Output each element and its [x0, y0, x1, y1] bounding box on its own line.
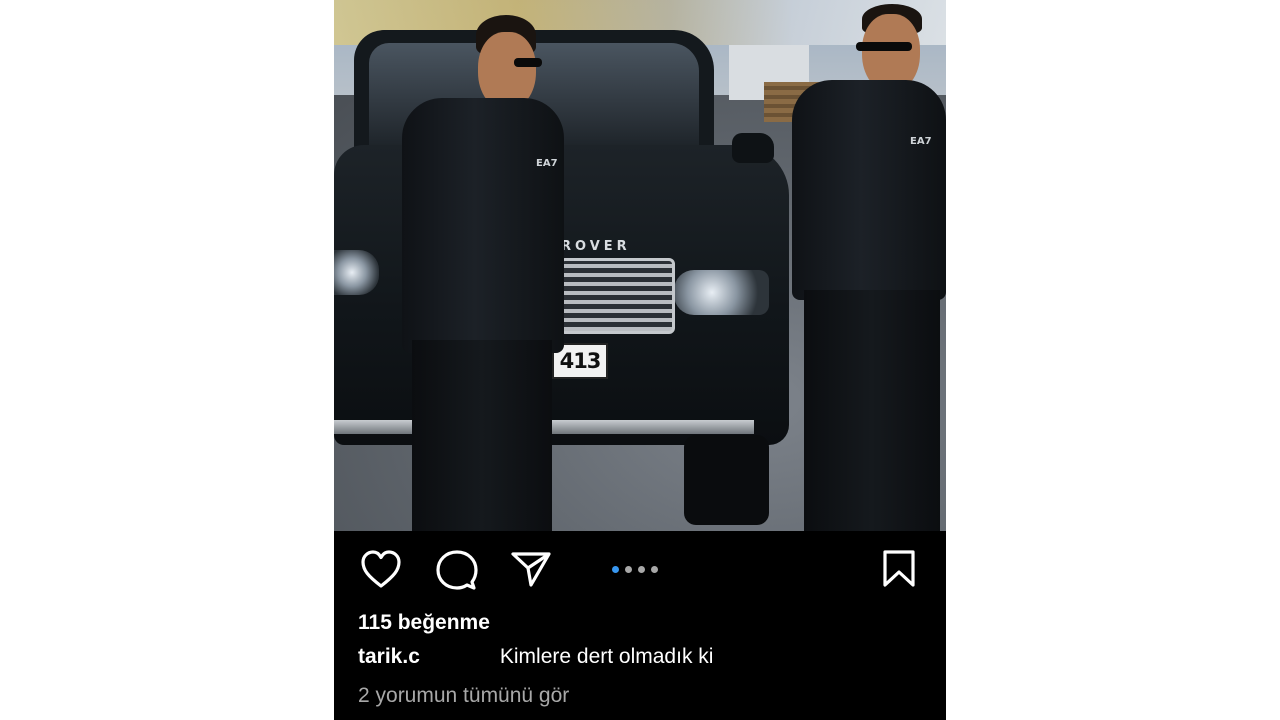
carousel-indicator — [612, 564, 658, 574]
person-left-logo: EA7 — [536, 158, 558, 169]
person-left-jacket — [402, 98, 564, 353]
view-comments-link[interactable]: 2 yorumun tümünü gör — [358, 684, 569, 708]
person-right-logo: EA7 — [910, 136, 932, 147]
caption-text: Kimlere dert olmadık ki — [499, 645, 714, 668]
carousel-dot-1 — [612, 565, 619, 573]
bookmark-icon — [883, 550, 915, 587]
person-left-sunglasses — [514, 58, 542, 67]
carousel-dot-2 — [625, 565, 632, 573]
heart-icon — [361, 550, 401, 588]
car-grille — [559, 258, 675, 334]
like-count[interactable]: 115 beğenme — [358, 611, 490, 635]
share-button[interactable] — [511, 551, 551, 587]
car-headlight-left — [334, 250, 379, 295]
like-button[interactable] — [360, 550, 402, 590]
person-right-jacket — [792, 80, 946, 300]
person-left: EA7 — [396, 10, 576, 531]
car-headlight-right — [674, 270, 769, 315]
person-left-pants — [412, 340, 552, 531]
person-right-sunglasses — [856, 42, 912, 51]
send-icon — [511, 552, 551, 587]
post-caption: tarik.c Kimlere dert olmadık ki — [358, 645, 928, 669]
car-wheel — [684, 435, 769, 525]
instagram-post: ROVER 413 EA7 EA7 115 beğenme tarik.c Ki… — [334, 0, 946, 720]
car-badge: ROVER — [561, 239, 631, 254]
comment-icon — [436, 550, 478, 590]
person-right: EA7 — [790, 0, 946, 531]
carousel-dot-4 — [651, 565, 658, 573]
car-mirror — [732, 133, 774, 163]
post-photo[interactable]: ROVER 413 EA7 EA7 — [334, 0, 946, 531]
caption-username[interactable]: tarik.c — [358, 645, 420, 668]
comment-button[interactable] — [436, 550, 478, 592]
carousel-dot-3 — [638, 565, 645, 573]
save-button[interactable] — [882, 550, 916, 588]
person-right-pants — [804, 290, 940, 531]
